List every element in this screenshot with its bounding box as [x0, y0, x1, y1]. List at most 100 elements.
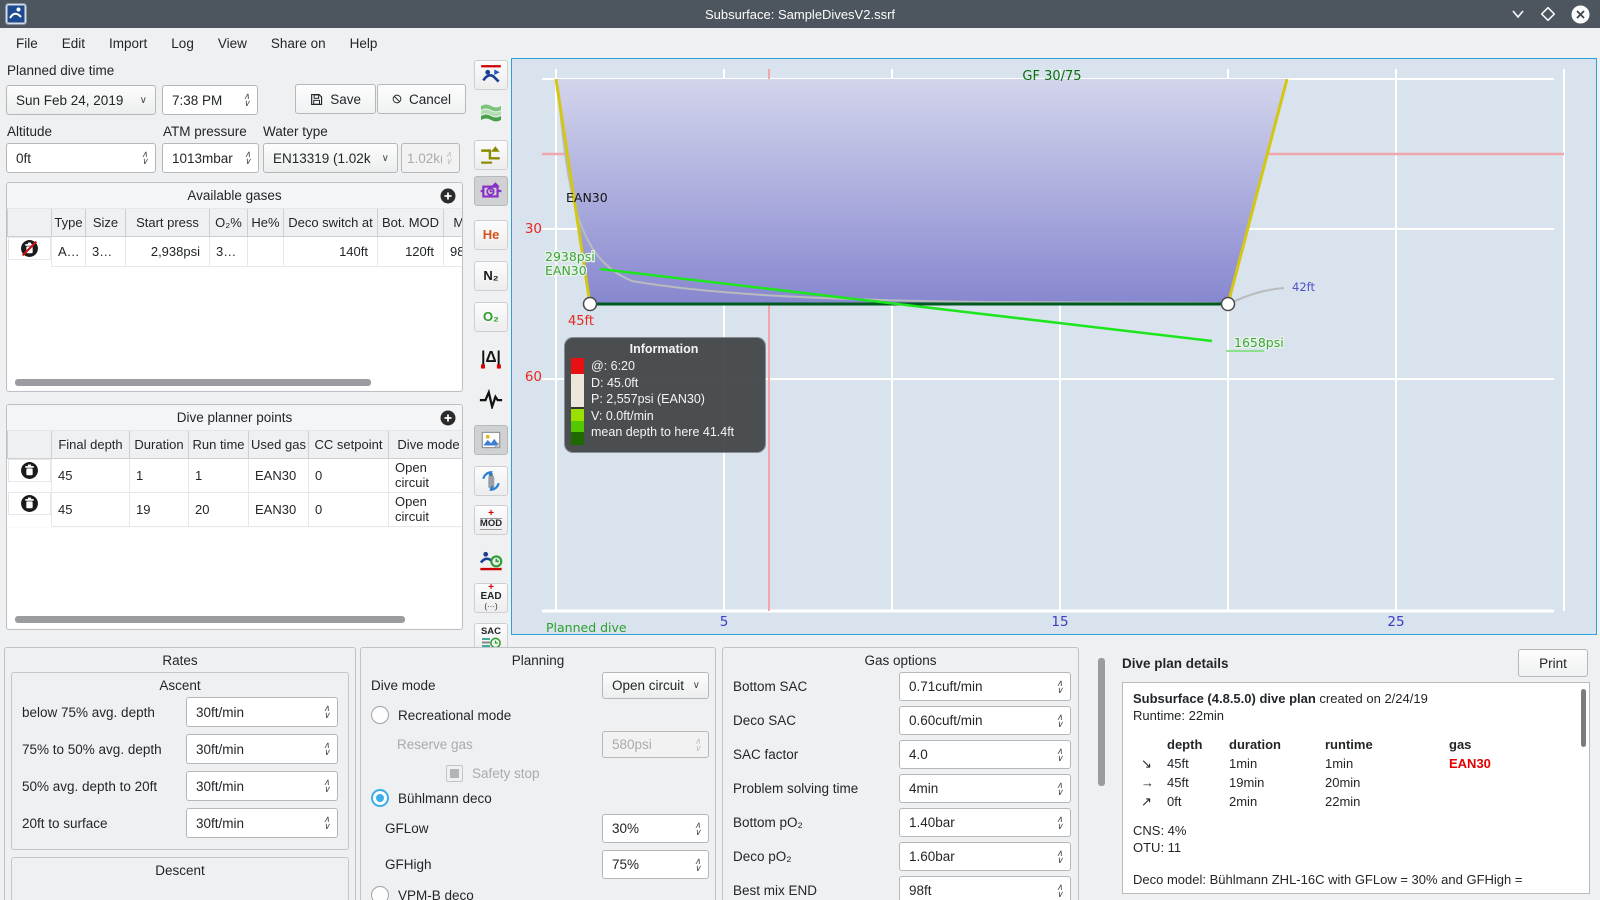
gas-row[interactable]: A… 3… 2,938psi 3… 140ft 120ft 98f [7, 235, 462, 267]
cell-cc-setpoint[interactable]: 0 [308, 491, 389, 527]
col-type[interactable]: Type [51, 209, 86, 237]
spin-arrows-icon[interactable]: ∧ ∨ [691, 856, 704, 872]
dive-planner-icon[interactable] [474, 60, 508, 90]
col-mnd[interactable]: MN [443, 209, 462, 237]
cell-bot-mod[interactable]: 120ft [377, 235, 444, 267]
cell-type[interactable]: A… [51, 235, 86, 267]
altitude-spinbox[interactable]: 0ft ∧ ∨ [6, 143, 156, 173]
cell-mnd[interactable]: 98f [443, 235, 462, 267]
profile-handle[interactable] [1220, 296, 1236, 312]
cell-used-gas[interactable]: EAN30 [248, 491, 309, 527]
col-start-press[interactable]: Start press [125, 209, 210, 237]
col-used-gas[interactable]: Used gas [248, 431, 309, 459]
col-final-depth[interactable]: Final depth [51, 431, 130, 459]
col-size[interactable]: Size [85, 209, 126, 237]
profile-handle[interactable] [582, 296, 598, 312]
add-point-button[interactable] [440, 410, 456, 426]
mod-icon[interactable]: + MOD [474, 505, 508, 535]
print-button[interactable]: Print [1518, 649, 1588, 677]
ascent-rate-spinbox[interactable]: 30ft/min ∧ ∨ [186, 771, 338, 801]
atm-pressure-spinbox[interactable]: 1013mbar ∧ ∨ [162, 143, 259, 173]
gas-change-icon[interactable] [474, 466, 508, 496]
save-button[interactable]: Save [295, 84, 376, 114]
gflow-spinbox[interactable]: 30% ∧ ∨ [602, 814, 709, 843]
helium-pp-icon[interactable]: He [474, 220, 508, 250]
dive-date-picker[interactable]: Sun Feb 24, 2019 ∨ [6, 85, 156, 115]
add-gas-button[interactable] [440, 188, 456, 204]
sac-factor-spinbox[interactable]: 4.0 ∧ ∨ [899, 740, 1071, 769]
cell-final-depth[interactable]: 45 [51, 457, 130, 493]
col-dive-mode[interactable]: Dive mode [388, 431, 462, 459]
maximize-icon[interactable] [1541, 7, 1555, 21]
deco-po2-spinbox[interactable]: 1.60bar ∧ ∨ [899, 842, 1071, 871]
spin-arrows-icon[interactable]: ∧ ∨ [241, 150, 254, 166]
spin-arrows-icon[interactable]: ∧ ∨ [1053, 678, 1066, 694]
spin-arrows-icon[interactable]: ∧ ∨ [691, 820, 704, 836]
delete-point-icon[interactable] [20, 494, 39, 513]
menu-import[interactable]: Import [97, 32, 159, 55]
oxygen-pp-icon[interactable]: O₂ [474, 302, 508, 332]
deco-sac-spinbox[interactable]: 0.60cuft/min ∧ ∨ [899, 706, 1071, 735]
cell-run-time[interactable]: 1 [188, 457, 249, 493]
settings-vscrollbar[interactable] [1098, 658, 1105, 786]
spin-arrows-icon[interactable]: ∧ ∨ [320, 778, 333, 794]
deco-ceiling-icon[interactable] [474, 140, 508, 170]
ascent-rate-spinbox[interactable]: 30ft/min ∧ ∨ [186, 697, 338, 727]
dive-time-spinbox[interactable]: 7:38 PM ∧ ∨ [162, 85, 258, 115]
cell-dive-mode[interactable]: Open circuit [388, 457, 462, 493]
heart-rate-icon[interactable] [474, 384, 508, 414]
col-o2[interactable]: O₂% [209, 209, 248, 237]
spin-arrows-icon[interactable]: ∧ ∨ [1053, 780, 1066, 796]
spin-arrows-icon[interactable]: ∧ ∨ [320, 741, 333, 757]
menu-file[interactable]: File [4, 32, 50, 55]
best-mix-end-spinbox[interactable]: 98ft ∧ ∨ [899, 876, 1071, 900]
mnd-icon[interactable]: |Δ| [474, 343, 508, 373]
nitrogen-pp-icon[interactable]: N₂ [474, 261, 508, 291]
cell-deco-switch[interactable]: 140ft [283, 235, 378, 267]
cell-duration[interactable]: 19 [129, 491, 189, 527]
water-type-combo[interactable]: EN13319 (1.02k ∨ [263, 143, 398, 173]
cell-cc-setpoint[interactable]: 0 [308, 457, 389, 493]
cell-duration[interactable]: 1 [129, 457, 189, 493]
col-deco-switch[interactable]: Deco switch at [283, 209, 378, 237]
notes-vscrollbar[interactable] [1581, 689, 1586, 747]
spin-arrows-icon[interactable]: ∧ ∨ [1053, 882, 1066, 898]
delete-gas-icon[interactable] [20, 239, 39, 258]
buhlmann-deco-radio[interactable] [371, 789, 389, 807]
cell-start-press[interactable]: 2,938psi [125, 235, 210, 267]
cancel-button[interactable]: Cancel [377, 84, 466, 114]
menu-edit[interactable]: Edit [50, 32, 97, 55]
cell-dive-mode[interactable]: Open circuit [388, 491, 462, 527]
bottom-po2-spinbox[interactable]: 1.40bar ∧ ∨ [899, 808, 1071, 837]
recreational-mode-radio[interactable] [371, 706, 389, 724]
ead-icon[interactable]: + EAD (···) [474, 583, 508, 613]
point-row[interactable]: 45 1 1 EAN30 0 Open circuit [7, 457, 462, 493]
ascent-rate-spinbox[interactable]: 30ft/min ∧ ∨ [186, 808, 338, 838]
col-duration[interactable]: Duration [129, 431, 189, 459]
minimize-icon[interactable] [1511, 7, 1525, 21]
menu-log[interactable]: Log [159, 32, 206, 55]
cell-size[interactable]: 3… [85, 235, 126, 267]
delete-point-icon[interactable] [20, 461, 39, 480]
safety-stop-checkbox[interactable] [446, 765, 463, 782]
bottom-sac-spinbox[interactable]: 0.71cuft/min ∧ ∨ [899, 672, 1071, 701]
vpmb-deco-radio[interactable] [371, 886, 389, 900]
col-bot-mod[interactable]: Bot. MOD [377, 209, 444, 237]
point-row[interactable]: 45 19 20 EAN30 0 Open circuit [7, 491, 462, 527]
spin-arrows-icon[interactable]: ∧ ∨ [320, 704, 333, 720]
spin-arrows-icon[interactable]: ∧ ∨ [320, 815, 333, 831]
cell-run-time[interactable]: 20 [188, 491, 249, 527]
cell-o2[interactable]: 3… [209, 235, 248, 267]
gfhigh-spinbox[interactable]: 75% ∧ ∨ [602, 850, 709, 879]
spin-arrows-icon[interactable]: ∧ ∨ [1053, 746, 1066, 762]
menu-view[interactable]: View [206, 32, 259, 55]
problem-solving-time-spinbox[interactable]: 4min ∧ ∨ [899, 774, 1071, 803]
gases-hscrollbar[interactable] [15, 379, 371, 386]
spin-arrows-icon[interactable]: ∧ ∨ [1053, 712, 1066, 728]
waves-icon[interactable] [474, 96, 508, 126]
spin-arrows-icon[interactable]: ∧ ∨ [1053, 848, 1066, 864]
points-hscrollbar[interactable] [15, 616, 405, 623]
col-run-time[interactable]: Run time [188, 431, 249, 459]
col-cc-setpoint[interactable]: CC setpoint [308, 431, 389, 459]
cell-he[interactable] [247, 235, 284, 267]
